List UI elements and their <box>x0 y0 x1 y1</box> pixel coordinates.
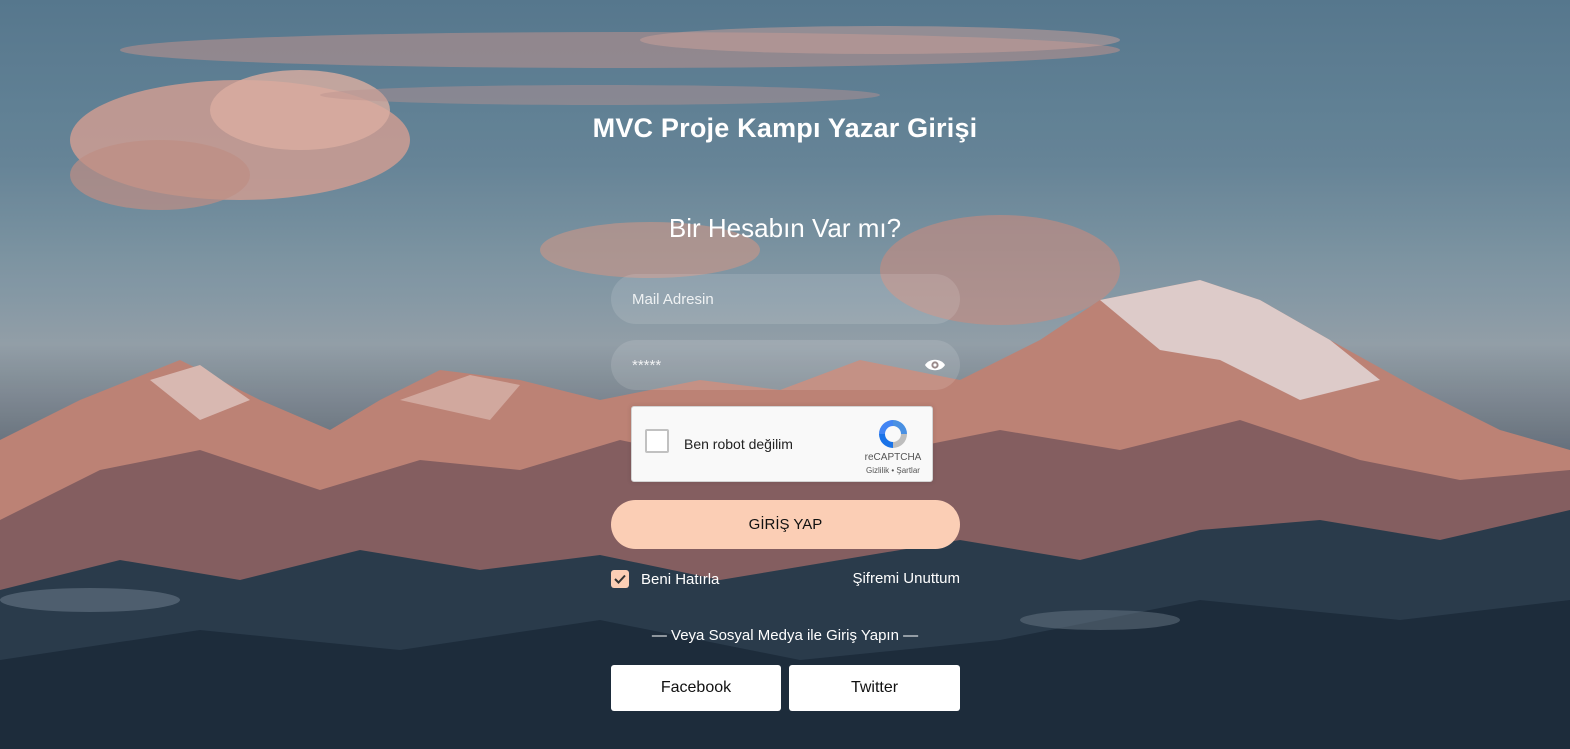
login-button[interactable]: GİRİŞ YAP <box>611 500 960 549</box>
recaptcha-label: Ben robot değilim <box>684 436 793 452</box>
check-icon <box>614 574 626 584</box>
twitter-login-button[interactable]: Twitter <box>789 665 960 711</box>
recaptcha-checkbox[interactable] <box>645 429 669 453</box>
email-field-wrapper <box>611 274 960 324</box>
password-field[interactable] <box>611 340 960 390</box>
remember-checkbox[interactable] <box>611 570 629 588</box>
forgot-password-link[interactable]: Şifremi Unuttum <box>800 570 960 587</box>
recaptcha-logo-icon <box>876 417 910 451</box>
facebook-login-button[interactable]: Facebook <box>611 665 781 711</box>
eye-icon[interactable] <box>924 356 946 374</box>
page-title: MVC Proje Kampı Yazar Girişi <box>592 113 978 143</box>
recaptcha-brand: reCAPTCHA <box>864 452 922 463</box>
email-field[interactable] <box>611 274 960 324</box>
password-field-wrapper <box>611 340 960 390</box>
social-login-label: — Veya Sosyal Medya ile Giriş Yapın — <box>651 627 919 644</box>
page-subtitle: Bir Hesabın Var mı? <box>668 213 902 243</box>
recaptcha-widget: Ben robot değilim reCAPTCHA Gizlilik • Ş… <box>631 406 933 482</box>
recaptcha-terms-link[interactable]: Gizlilik • Şartlar <box>854 466 932 475</box>
remember-me: Beni Hatırla <box>611 569 719 589</box>
remember-label[interactable]: Beni Hatırla <box>641 571 719 588</box>
